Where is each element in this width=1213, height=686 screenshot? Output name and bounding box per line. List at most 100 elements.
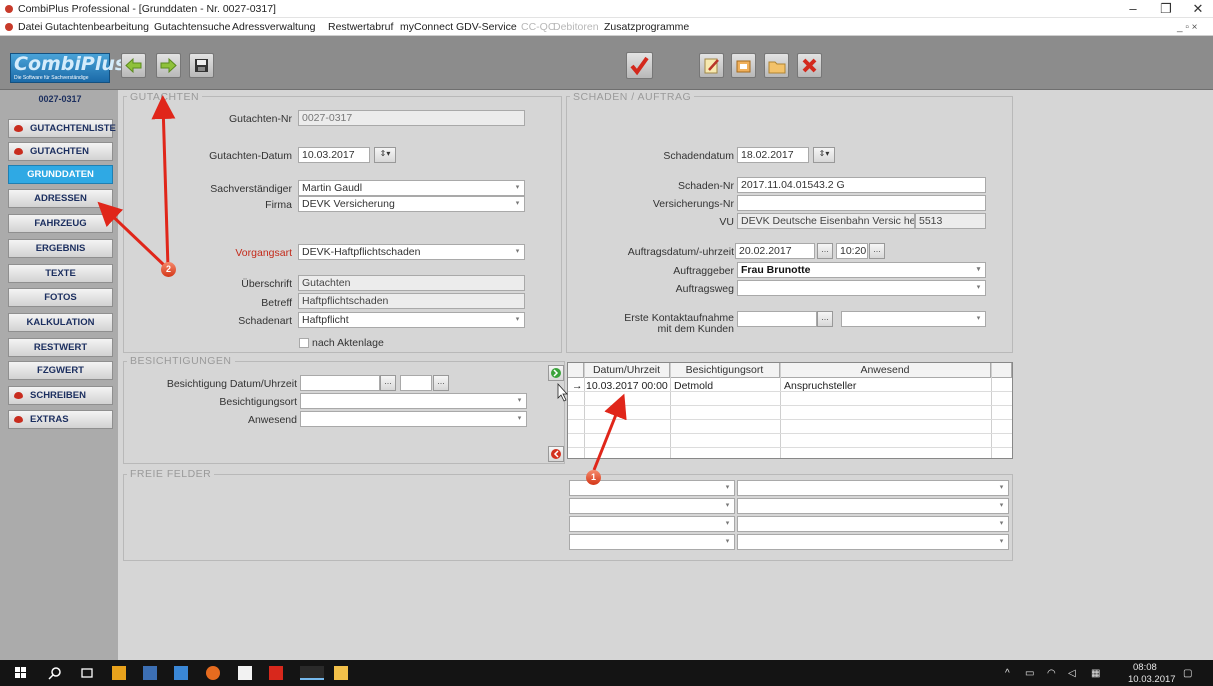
mdi-window-controls[interactable]: _ ▫ × (1177, 22, 1198, 33)
sidebar-item-extras[interactable]: EXTRAS (8, 410, 113, 429)
auftragsuhrzeit-field[interactable]: 10:20 (836, 243, 868, 259)
auftragsuhrzeit-picker-button[interactable]: … (869, 243, 885, 259)
menu-datei[interactable]: Datei (18, 21, 43, 33)
copy-button[interactable] (731, 53, 756, 78)
sidebar-item-gutachtenliste[interactable]: GUTACHTENLISTE (8, 119, 116, 138)
volume-icon[interactable]: ◁ (1068, 668, 1076, 679)
vorgangsart-select[interactable]: DEVK-Haftpflichtschaden ▾ (298, 244, 525, 260)
confirm-button[interactable] (626, 52, 653, 79)
gutachten-datum-spinner[interactable]: ⇕▾ (374, 147, 396, 163)
column-header-ort[interactable]: Besichtigungsort (670, 363, 780, 378)
freie-feld-value-4[interactable]: ▾ (737, 534, 1009, 550)
sidebar-item-schreiben[interactable]: SCHREIBEN (8, 386, 113, 405)
menu-myconnect[interactable]: myConnect (400, 21, 453, 33)
besichtigungsort-select[interactable]: ▾ (300, 393, 527, 409)
table-row[interactable] (568, 407, 1012, 420)
add-besichtigung-button[interactable] (548, 365, 564, 381)
sidebar-item-kalkulation[interactable]: KALKULATION (8, 313, 113, 332)
besichtigung-uhrzeit-picker-button[interactable]: … (433, 375, 449, 391)
menu-restwertabruf[interactable]: Restwertabruf (328, 21, 393, 33)
firma-select[interactable]: DEVK Versicherung ▾ (298, 196, 525, 212)
vu-code-field[interactable]: 5513 (915, 213, 986, 229)
forward-button[interactable] (156, 53, 181, 78)
sidebar-item-fzgwert[interactable]: FZGWERT (8, 361, 113, 380)
snipping-app-icon[interactable] (269, 666, 283, 680)
windows-start-icon[interactable] (14, 666, 28, 680)
gutachten-nr-field[interactable]: 0027-0317 (298, 110, 525, 126)
sidebar-item-adressen[interactable]: ADRESSEN (8, 189, 113, 208)
word-icon[interactable] (143, 666, 157, 680)
freie-feld-key-3[interactable]: ▾ (569, 516, 735, 532)
column-header-datum[interactable]: Datum/Uhrzeit (584, 363, 670, 378)
menu-zusatzprogramme[interactable]: Zusatzprogramme (604, 21, 689, 33)
clock-date[interactable]: 10.03.2017 (1128, 674, 1176, 685)
gutachten-datum-field[interactable]: 10.03.2017 (298, 147, 370, 163)
freie-feld-value-3[interactable]: ▾ (737, 516, 1009, 532)
save-button[interactable] (189, 53, 214, 78)
versicherungs-nr-field[interactable] (737, 195, 986, 211)
sidebar-item-texte[interactable]: TEXTE (8, 264, 113, 283)
table-row[interactable] (568, 393, 1012, 406)
menu-gutachtensuche[interactable]: Gutachtensuche (154, 21, 230, 33)
column-header-anwesend[interactable]: Anwesend (780, 363, 991, 378)
besichtigung-datum-field[interactable] (300, 375, 380, 391)
sidebar-item-grunddaten[interactable]: GRUNDDATEN (8, 165, 113, 184)
minimize-button[interactable]: – (1118, 0, 1148, 18)
maximize-button[interactable]: ❐ (1151, 0, 1181, 18)
notepad-icon[interactable] (238, 666, 252, 680)
auftragsdatum-picker-button[interactable]: … (817, 243, 833, 259)
table-row[interactable] (568, 421, 1012, 434)
tray-chevron-icon[interactable]: ^ (1005, 668, 1010, 679)
kontakt-datum-field[interactable] (737, 311, 817, 327)
clock-time[interactable]: 08:08 (1133, 662, 1157, 673)
close-button[interactable]: ✕ (1183, 0, 1213, 18)
task-view-icon[interactable] (80, 666, 94, 680)
schadenart-select[interactable]: Haftpflicht ▾ (298, 312, 525, 328)
network-app-icon[interactable] (174, 666, 188, 680)
sidebar-item-fahrzeug[interactable]: FAHRZEUG (8, 214, 113, 233)
firefox-icon[interactable] (206, 666, 220, 680)
anwesend-select[interactable]: ▾ (300, 411, 527, 427)
keyboard-icon[interactable]: ▦ (1091, 668, 1100, 679)
table-row[interactable] (568, 435, 1012, 448)
freie-feld-value-1[interactable]: ▾ (737, 480, 1009, 496)
freie-feld-key-4[interactable]: ▾ (569, 534, 735, 550)
schadendatum-field[interactable]: 18.02.2017 (737, 147, 809, 163)
schadendatum-spinner[interactable]: ⇕▾ (813, 147, 835, 163)
freie-feld-value-2[interactable]: ▾ (737, 498, 1009, 514)
auftragsdatum-field[interactable]: 20.02.2017 (735, 243, 815, 259)
menu-gdv-service[interactable]: GDV-Service (456, 21, 517, 33)
schaden-nr-field[interactable]: 2017.11.04.01543.2 G (737, 177, 986, 193)
betreff-field[interactable]: Haftpflichtschaden (298, 293, 525, 309)
wifi-icon[interactable]: ◠ (1047, 668, 1056, 679)
auftraggeber-select[interactable]: Frau Brunotte ▾ (737, 262, 986, 278)
kontakt-select[interactable]: ▾ (841, 311, 986, 327)
back-button[interactable] (121, 53, 146, 78)
edit-button[interactable] (699, 53, 724, 78)
sidebar-item-ergebnis[interactable]: ERGEBNIS (8, 239, 113, 258)
ueberschrift-field[interactable]: Gutachten (298, 275, 525, 291)
freie-feld-key-2[interactable]: ▾ (569, 498, 735, 514)
combiplus-taskbar-icon[interactable] (300, 666, 324, 680)
menu-gutachtenbearbeitung[interactable]: Gutachtenbearbeitung (45, 21, 149, 33)
delete-button[interactable] (797, 53, 822, 78)
auftragsweg-select[interactable]: ▾ (737, 280, 986, 296)
remove-besichtigung-button[interactable] (548, 446, 564, 462)
battery-icon[interactable]: ▭ (1025, 668, 1034, 679)
vu-field[interactable]: DEVK Deutsche Eisenbahn Versic herung (737, 213, 915, 229)
besichtigung-uhrzeit-field[interactable] (400, 375, 432, 391)
sidebar-item-fotos[interactable]: FOTOS (8, 288, 113, 307)
outlook-icon[interactable] (112, 666, 126, 680)
kontakt-datum-picker-button[interactable]: … (817, 311, 833, 327)
file-explorer-icon[interactable] (334, 666, 348, 680)
folder-button[interactable] (764, 53, 789, 78)
menu-adressverwaltung[interactable]: Adressverwaltung (232, 21, 315, 33)
sachverstaendiger-select[interactable]: Martin Gaudl ▾ (298, 180, 525, 196)
nach-aktenlage-checkbox[interactable] (299, 338, 309, 348)
table-row[interactable]: → 10.03.2017 00:00 Detmold Anspruchstell… (568, 379, 1012, 392)
search-icon[interactable] (48, 666, 62, 680)
notification-icon[interactable]: ▢ (1183, 668, 1192, 679)
sidebar-item-gutachten[interactable]: GUTACHTEN (8, 142, 113, 161)
besichtigung-datum-picker-button[interactable]: … (380, 375, 396, 391)
sidebar-item-restwert[interactable]: RESTWERT (8, 338, 113, 357)
